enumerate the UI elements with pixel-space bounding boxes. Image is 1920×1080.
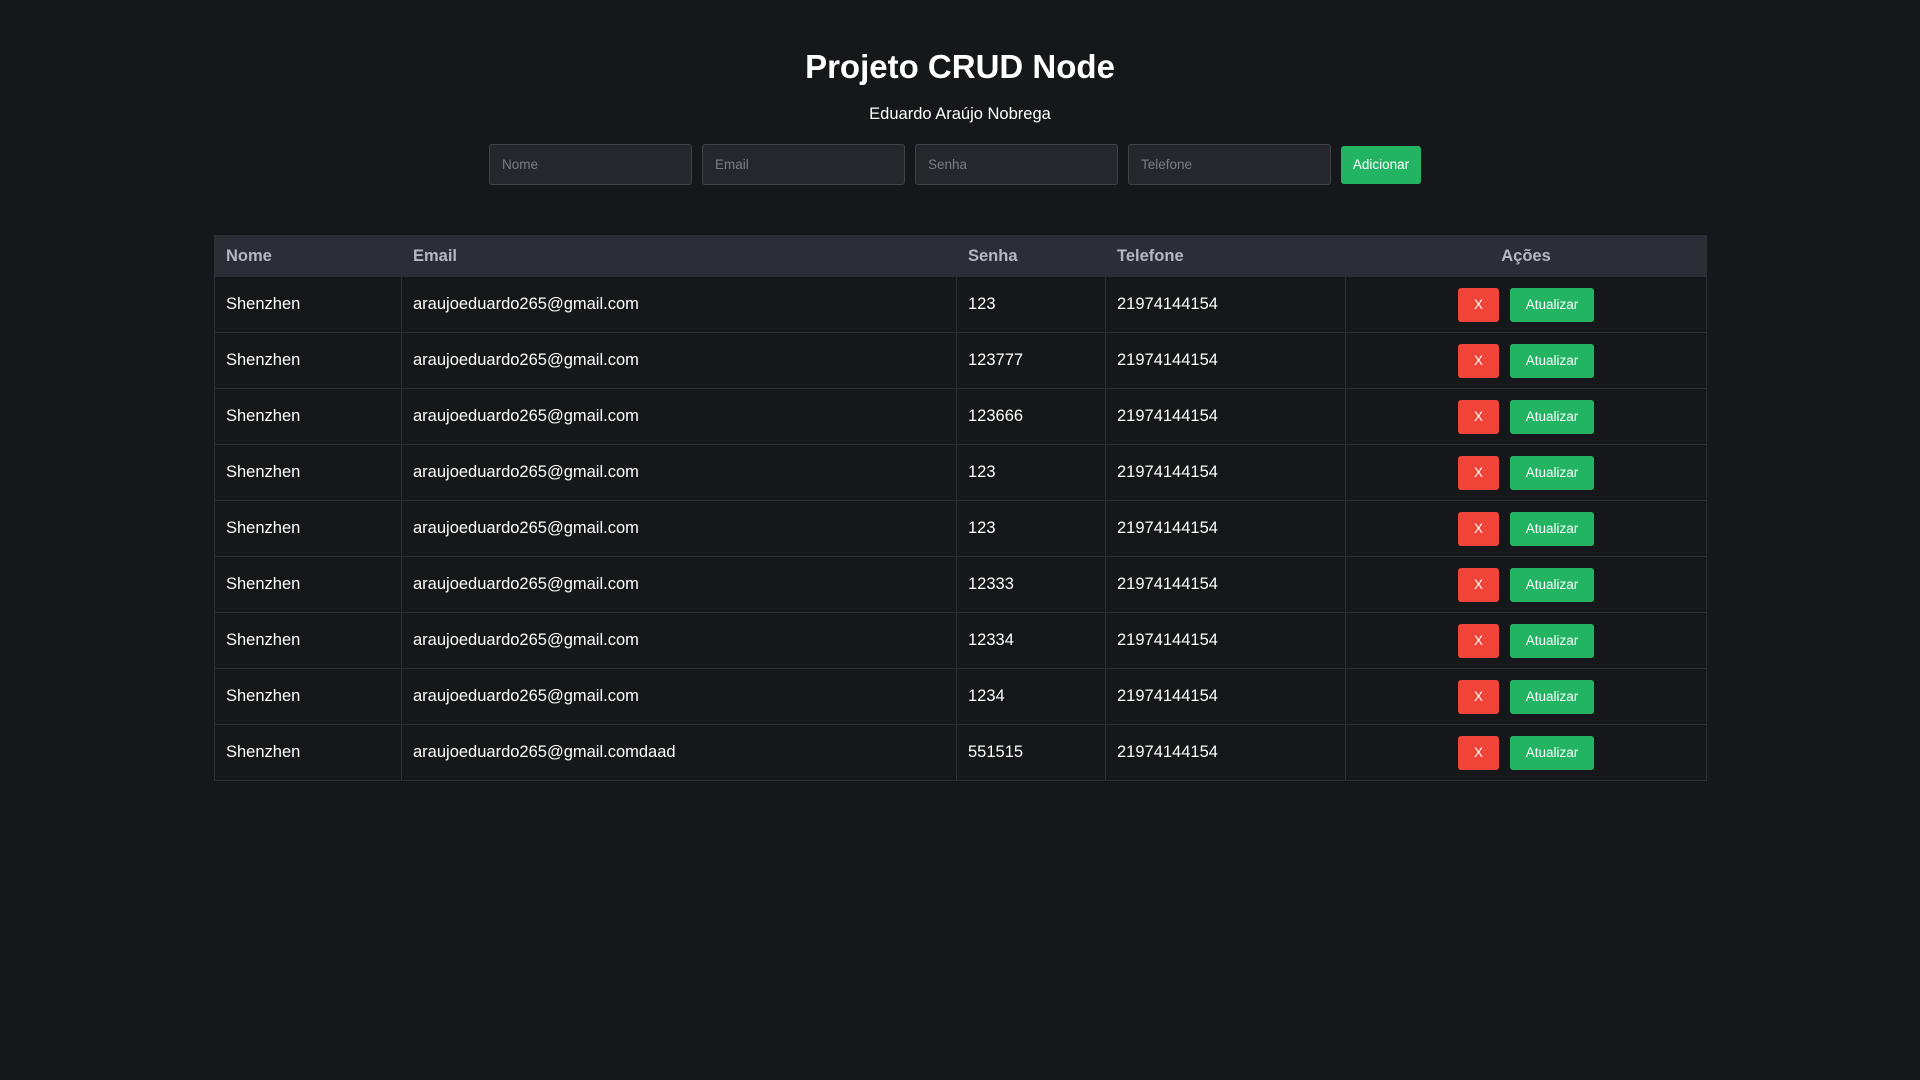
cell-telefone: 21974144154 xyxy=(1105,556,1346,613)
cell-nome: Shenzhen xyxy=(214,612,402,669)
cell-nome: Shenzhen xyxy=(214,500,402,557)
delete-button[interactable]: X xyxy=(1458,735,1499,770)
page-subtitle: Eduardo Araújo Nobrega xyxy=(869,105,1051,123)
update-button[interactable]: Atualizar xyxy=(1510,455,1594,490)
cell-senha: 123 xyxy=(956,500,1106,557)
password-input[interactable] xyxy=(915,144,1118,185)
email-input[interactable] xyxy=(702,144,905,185)
delete-button[interactable]: X xyxy=(1458,623,1499,658)
cell-telefone: 21974144154 xyxy=(1105,332,1346,389)
cell-actions: X Atualizar xyxy=(1345,444,1707,501)
update-button[interactable]: Atualizar xyxy=(1510,567,1594,602)
column-header-nome: Nome xyxy=(214,235,402,277)
table-body: Shenzhen araujoeduardo265@gmail.com 123 … xyxy=(214,276,1707,781)
table-row: Shenzhen araujoeduardo265@gmail.com 1236… xyxy=(214,388,1707,445)
cell-actions: X Atualizar xyxy=(1345,500,1707,557)
cell-actions: X Atualizar xyxy=(1345,612,1707,669)
cell-nome: Shenzhen xyxy=(214,724,402,781)
cell-email: araujoeduardo265@gmail.com xyxy=(401,276,957,333)
cell-telefone: 21974144154 xyxy=(1105,276,1346,333)
table-header-row: Nome Email Senha Telefone Ações xyxy=(214,235,1707,277)
cell-nome: Shenzhen xyxy=(214,276,402,333)
table-row: Shenzhen araujoeduardo265@gmail.com 1234… xyxy=(214,668,1707,725)
update-button[interactable]: Atualizar xyxy=(1510,343,1594,378)
table-row: Shenzhen araujoeduardo265@gmail.com 123 … xyxy=(214,444,1707,501)
cell-nome: Shenzhen xyxy=(214,556,402,613)
table-header: Nome Email Senha Telefone Ações xyxy=(214,235,1707,277)
table-row: Shenzhen araujoeduardo265@gmail.com 123 … xyxy=(214,500,1707,557)
page: Projeto CRUD Node Eduardo Araújo Nobrega… xyxy=(0,0,1920,1080)
delete-button[interactable]: X xyxy=(1458,567,1499,602)
delete-button[interactable]: X xyxy=(1458,287,1499,322)
update-button[interactable]: Atualizar xyxy=(1510,287,1594,322)
cell-nome: Shenzhen xyxy=(214,444,402,501)
cell-telefone: 21974144154 xyxy=(1105,444,1346,501)
cell-email: araujoeduardo265@gmail.com xyxy=(401,612,957,669)
delete-button[interactable]: X xyxy=(1458,679,1499,714)
cell-email: araujoeduardo265@gmail.com xyxy=(401,556,957,613)
cell-actions: X Atualizar xyxy=(1345,668,1707,725)
delete-button[interactable]: X xyxy=(1458,343,1499,378)
cell-senha: 123666 xyxy=(956,388,1106,445)
column-header-senha: Senha xyxy=(956,235,1106,277)
delete-button[interactable]: X xyxy=(1458,399,1499,434)
name-input[interactable] xyxy=(489,144,692,185)
cell-senha: 12333 xyxy=(956,556,1106,613)
cell-actions: X Atualizar xyxy=(1345,276,1707,333)
cell-email: araujoeduardo265@gmail.com xyxy=(401,332,957,389)
cell-nome: Shenzhen xyxy=(214,388,402,445)
cell-senha: 551515 xyxy=(956,724,1106,781)
users-table: Nome Email Senha Telefone Ações Shenzhen… xyxy=(214,235,1707,781)
cell-actions: X Atualizar xyxy=(1345,556,1707,613)
phone-input[interactable] xyxy=(1128,144,1331,185)
cell-actions: X Atualizar xyxy=(1345,332,1707,389)
table-row: Shenzhen araujoeduardo265@gmail.com 123 … xyxy=(214,276,1707,333)
cell-email: araujoeduardo265@gmail.comdaad xyxy=(401,724,957,781)
cell-nome: Shenzhen xyxy=(214,668,402,725)
cell-senha: 12334 xyxy=(956,612,1106,669)
cell-email: araujoeduardo265@gmail.com xyxy=(401,388,957,445)
update-button[interactable]: Atualizar xyxy=(1510,735,1594,770)
column-header-telefone: Telefone xyxy=(1105,235,1346,277)
cell-actions: X Atualizar xyxy=(1345,388,1707,445)
table-row: Shenzhen araujoeduardo265@gmail.com 1233… xyxy=(214,556,1707,613)
cell-email: araujoeduardo265@gmail.com xyxy=(401,668,957,725)
cell-telefone: 21974144154 xyxy=(1105,612,1346,669)
cell-telefone: 21974144154 xyxy=(1105,668,1346,725)
cell-senha: 123 xyxy=(956,444,1106,501)
cell-telefone: 21974144154 xyxy=(1105,388,1346,445)
add-user-form: Adicionar xyxy=(489,144,1421,185)
column-header-acoes: Ações xyxy=(1345,235,1707,277)
delete-button[interactable]: X xyxy=(1458,511,1499,546)
cell-telefone: 21974144154 xyxy=(1105,724,1346,781)
update-button[interactable]: Atualizar xyxy=(1510,511,1594,546)
table-row: Shenzhen araujoeduardo265@gmail.com 1237… xyxy=(214,332,1707,389)
cell-telefone: 21974144154 xyxy=(1105,500,1346,557)
cell-email: araujoeduardo265@gmail.com xyxy=(401,500,957,557)
delete-button[interactable]: X xyxy=(1458,455,1499,490)
update-button[interactable]: Atualizar xyxy=(1510,623,1594,658)
cell-senha: 1234 xyxy=(956,668,1106,725)
cell-senha: 123 xyxy=(956,276,1106,333)
update-button[interactable]: Atualizar xyxy=(1510,679,1594,714)
cell-senha: 123777 xyxy=(956,332,1106,389)
column-header-email: Email xyxy=(401,235,957,277)
cell-email: araujoeduardo265@gmail.com xyxy=(401,444,957,501)
table-row: Shenzhen araujoeduardo265@gmail.com 1233… xyxy=(214,612,1707,669)
add-button[interactable]: Adicionar xyxy=(1341,145,1421,184)
page-title: Projeto CRUD Node xyxy=(805,48,1115,85)
update-button[interactable]: Atualizar xyxy=(1510,399,1594,434)
table-row: Shenzhen araujoeduardo265@gmail.comdaad … xyxy=(214,724,1707,781)
cell-actions: X Atualizar xyxy=(1345,724,1707,781)
cell-nome: Shenzhen xyxy=(214,332,402,389)
